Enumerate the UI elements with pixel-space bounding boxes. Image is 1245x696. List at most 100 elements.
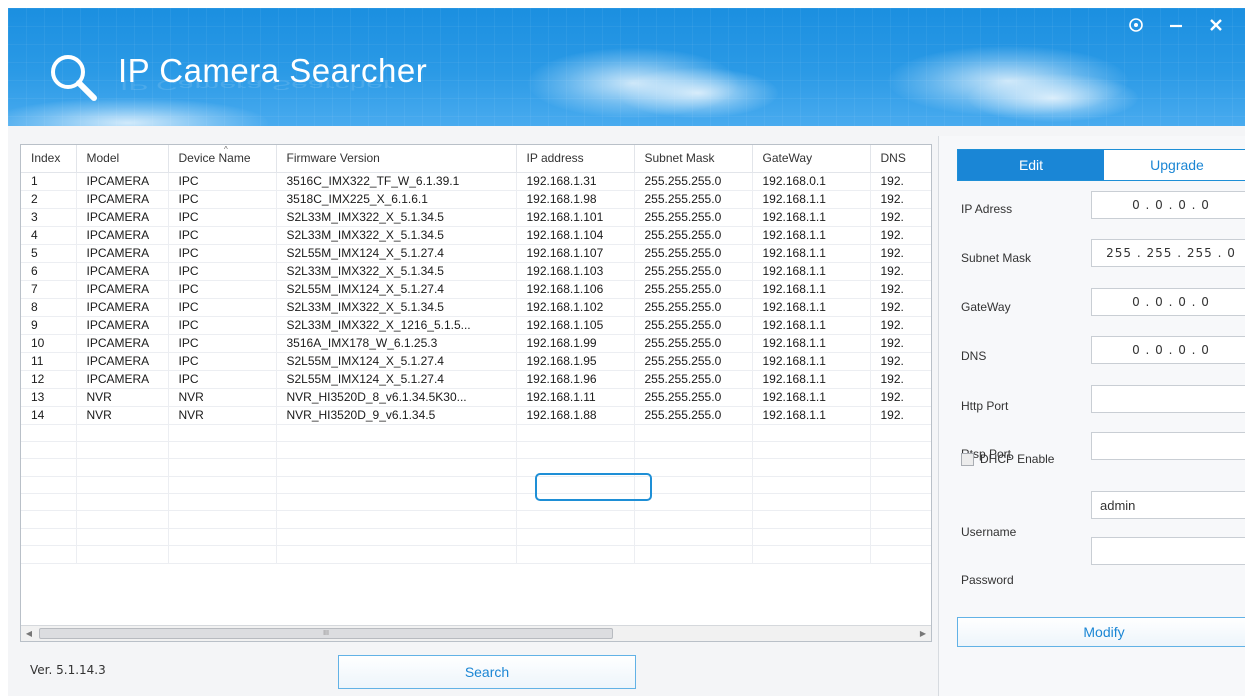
table-row[interactable]: 4 IPCAMERA IPC S2L33M_IMX322_X_5.1.34.5 192.… — [21, 226, 931, 245]
modify-button[interactable]: Modify — [957, 617, 1245, 647]
column-header[interactable]: DNS — [870, 145, 931, 173]
scroll-right-icon[interactable]: ▶ — [915, 626, 931, 641]
table-cell: IPCAMERA — [76, 226, 169, 245]
table-cell: IPC — [168, 172, 277, 191]
edit-panel: Edit Upgrade IP Adress 0 . 0 . 0 . 0 Sub… — [938, 136, 1245, 696]
table-cell: 192.168.1.88 — [516, 406, 635, 425]
table-cell: 192.168.1.1 — [752, 280, 871, 299]
table-row[interactable]: 12 IPCAMERA IPC S2L55M_IMX124_X_5.1.27.4 192… — [21, 370, 931, 389]
table-row[interactable]: 9 IPCAMERA IPC S2L33M_IMX322_X_1216_5.1.5..… — [21, 316, 931, 335]
column-header[interactable]: IP address — [516, 145, 635, 173]
table-cell: IPCAMERA — [76, 298, 169, 317]
empty-cell — [870, 510, 931, 529]
dns-field[interactable]: 0 . 0 . 0 . 0 — [1091, 336, 1245, 364]
empty-table-row — [21, 441, 931, 460]
table-cell: S2L55M_IMX124_X_5.1.27.4 — [276, 352, 517, 371]
table-cell: 192. — [870, 388, 931, 407]
empty-cell — [21, 441, 77, 460]
http-port-field[interactable] — [1091, 385, 1245, 413]
gateway-label: GateWay — [961, 300, 1011, 314]
dhcp-enable-checkbox[interactable] — [961, 452, 974, 466]
table-row[interactable]: 10 IPCAMERA IPC 3516A_IMX178_W_6.1.25.3 192.… — [21, 334, 931, 353]
table-cell: 192. — [870, 172, 931, 191]
table-cell: IPCAMERA — [76, 280, 169, 299]
table-cell: IPC — [168, 208, 277, 227]
table-cell: 192.168.1.1 — [752, 352, 871, 371]
table-row[interactable]: 1 IPCAMERA IPC 3516C_IMX322_TF_W_6.1.39.1 19… — [21, 172, 931, 191]
table-cell: 192.168.1.102 — [516, 298, 635, 317]
table-cell: IPCAMERA — [76, 370, 169, 389]
scrollbar-thumb[interactable]: III — [39, 628, 613, 639]
empty-cell — [21, 545, 77, 564]
dhcp-enable-label: DHCP Enable — [980, 452, 1055, 466]
table-cell: IPC — [168, 352, 277, 371]
username-field[interactable]: admin — [1091, 491, 1245, 519]
horizontal-scrollbar[interactable]: ◀ III ▶ — [21, 625, 931, 641]
minimize-icon[interactable] — [1163, 12, 1189, 38]
table-cell: 192. — [870, 352, 931, 371]
empty-cell — [870, 458, 931, 477]
table-row[interactable]: 7 IPCAMERA IPC S2L55M_IMX124_X_5.1.27.4 192.… — [21, 280, 931, 299]
device-table[interactable]: ^ Index Model Device Name Firmware Version I… — [20, 144, 932, 642]
search-button[interactable]: Search — [338, 655, 636, 689]
column-header[interactable]: Device Name — [168, 145, 277, 173]
tab-edit[interactable]: Edit — [958, 150, 1104, 180]
table-row[interactable]: 11 IPCAMERA IPC S2L55M_IMX124_X_5.1.27.4 192… — [21, 352, 931, 371]
tab-upgrade[interactable]: Upgrade — [1104, 150, 1245, 180]
table-cell: IPC — [168, 316, 277, 335]
empty-cell — [168, 545, 277, 564]
subnet-mask-field[interactable]: 255 . 255 . 255 . 0 — [1091, 239, 1245, 267]
empty-cell — [168, 458, 277, 477]
table-cell: 192.168.1.31 — [516, 172, 635, 191]
table-cell: 10 — [21, 334, 77, 353]
scroll-left-icon[interactable]: ◀ — [21, 626, 37, 641]
table-cell: 2 — [21, 190, 77, 209]
empty-cell — [516, 545, 635, 564]
table-cell: 192. — [870, 262, 931, 281]
table-cell: 192.168.1.1 — [752, 208, 871, 227]
empty-cell — [276, 510, 517, 529]
http-port-label: Http Port — [961, 399, 1009, 413]
table-cell: IPC — [168, 226, 277, 245]
table-cell: 192.168.1.107 — [516, 244, 635, 263]
table-cell: 255.255.255.0 — [634, 280, 753, 299]
empty-cell — [168, 493, 277, 512]
subnet-mask-label: Subnet Mask — [961, 251, 1032, 265]
column-header[interactable]: Subnet Mask — [634, 145, 753, 173]
table-row[interactable]: 2 IPCAMERA IPC 3518C_IMX225_X_6.1.6.1 192.16… — [21, 190, 931, 209]
table-cell: 192.168.1.1 — [752, 406, 871, 425]
table-cell: 192.168.1.96 — [516, 370, 635, 389]
close-icon[interactable] — [1203, 12, 1229, 38]
table-cell: 255.255.255.0 — [634, 262, 753, 281]
password-field[interactable] — [1091, 537, 1245, 565]
empty-cell — [516, 493, 635, 512]
table-cell: 192. — [870, 406, 931, 425]
table-cell: 192. — [870, 226, 931, 245]
table-row[interactable]: 8 IPCAMERA IPC S2L33M_IMX322_X_5.1.34.5 192.… — [21, 298, 931, 317]
empty-cell — [634, 441, 753, 460]
column-header[interactable]: Index — [21, 145, 77, 173]
table-cell: 192.168.1.1 — [752, 316, 871, 335]
empty-cell — [276, 545, 517, 564]
table-row[interactable]: 13 NVR NVR NVR_HI3520D_8_v6.1.34.5K30... 192… — [21, 388, 931, 407]
ip-address-field[interactable]: 0 . 0 . 0 . 0 — [1091, 191, 1245, 219]
column-header[interactable]: Firmware Version — [276, 145, 517, 173]
table-cell: IPCAMERA — [76, 334, 169, 353]
table-row[interactable]: 5 IPCAMERA IPC S2L55M_IMX124_X_5.1.27.4 192.… — [21, 244, 931, 263]
table-cell: S2L55M_IMX124_X_5.1.27.4 — [276, 280, 517, 299]
table-row[interactable]: 6 IPCAMERA IPC S2L33M_IMX322_X_5.1.34.5 192.… — [21, 262, 931, 281]
circle-gear-icon[interactable] — [1123, 12, 1149, 38]
table-cell: IPCAMERA — [76, 262, 169, 281]
column-header[interactable]: GateWay — [752, 145, 871, 173]
table-cell: IPCAMERA — [76, 244, 169, 263]
rtsp-port-field[interactable] — [1091, 432, 1245, 460]
table-cell: IPC — [168, 334, 277, 353]
dhcp-enable-option[interactable]: DHCP Enable — [961, 452, 1054, 466]
table-cell: 11 — [21, 352, 77, 371]
table-row[interactable]: 3 IPCAMERA IPC S2L33M_IMX322_X_5.1.34.5 192.… — [21, 208, 931, 227]
table-row[interactable]: 14 NVR NVR NVR_HI3520D_9_v6.1.34.5 192.168.1… — [21, 406, 931, 425]
column-header[interactable]: Model — [76, 145, 169, 173]
table-cell: 4 — [21, 226, 77, 245]
gateway-field[interactable]: 0 . 0 . 0 . 0 — [1091, 288, 1245, 316]
empty-table-row — [21, 458, 931, 477]
